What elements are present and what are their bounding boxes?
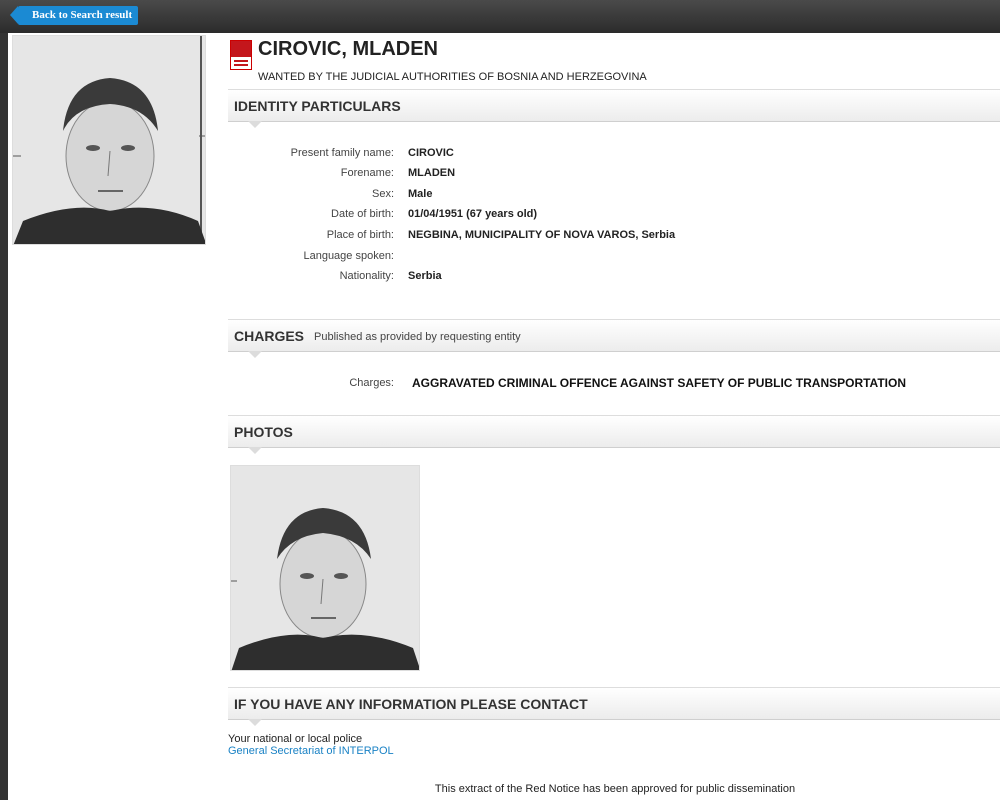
field-value-sex: Male: [408, 188, 433, 200]
field-value-dob: 01/04/1951 (67 years old): [408, 208, 538, 220]
contact-local-police: Your national or local police: [228, 733, 363, 745]
left-border: [0, 33, 8, 800]
photos-section-title: PHOTOS: [234, 424, 293, 440]
field-label: Forename:: [340, 167, 394, 179]
mugshot-photo-thumbnail[interactable]: [230, 465, 420, 671]
person-name: CIROVIC, MLADEN: [258, 38, 438, 60]
top-bar: Back to Search result: [0, 0, 1000, 33]
field-value-nationality: Serbia: [408, 270, 442, 282]
field-value-family-name: CIROVIC: [408, 147, 454, 159]
field-label: Date of birth:: [331, 208, 394, 220]
charges-value: AGGRAVATED CRIMINAL OFFENCE AGAINST SAFE…: [412, 376, 906, 390]
field-label: Present family name:: [290, 147, 394, 159]
footer-dissemination-note: This extract of the Red Notice has been …: [434, 783, 796, 795]
identity-section-title: IDENTITY PARTICULARS: [234, 98, 401, 114]
red-notice-icon: [230, 40, 252, 70]
contact-section-title: IF YOU HAVE ANY INFORMATION PLEASE CONTA…: [234, 696, 588, 712]
contact-interpol-link[interactable]: General Secretariat of INTERPOL: [228, 745, 394, 757]
contact-section-header: IF YOU HAVE ANY INFORMATION PLEASE CONTA…: [228, 687, 1000, 726]
charges-section-title: CHARGES: [234, 328, 305, 344]
field-value-forename: MLADEN: [408, 167, 456, 179]
charges-section-header: CHARGES Published as provided by request…: [228, 319, 1000, 358]
field-value-place-of-birth: NEGBINA, MUNICIPALITY OF NOVA VAROS, Ser…: [408, 229, 676, 241]
field-label: Nationality:: [339, 270, 394, 282]
charges-label: Charges:: [349, 377, 394, 389]
field-label: Language spoken:: [303, 250, 394, 262]
field-label: Place of birth:: [326, 229, 394, 241]
charges-section-note: Published as provided by requesting enti…: [314, 331, 521, 343]
mugshot-photo-main: [12, 35, 206, 245]
back-to-search-button[interactable]: Back to Search result: [9, 6, 139, 25]
field-label: Sex:: [371, 188, 394, 200]
photos-section-header: PHOTOS: [228, 415, 1000, 454]
identity-section-header: IDENTITY PARTICULARS: [228, 89, 1000, 128]
wanted-by-subtitle: WANTED BY THE JUDICIAL AUTHORITIES OF BO…: [258, 71, 647, 83]
